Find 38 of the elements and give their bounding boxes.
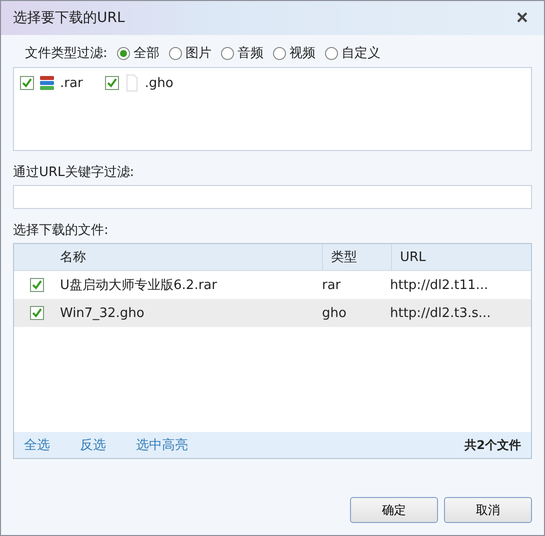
radio-option[interactable]: 全部 [117, 44, 160, 62]
checkbox[interactable] [30, 278, 44, 292]
radio-option[interactable]: 自定义 [325, 44, 380, 62]
select-link[interactable]: 反选 [80, 436, 106, 454]
keyword-field[interactable] [13, 185, 532, 209]
table-cell-text: Win7_32.gho [60, 306, 146, 320]
radio-option[interactable]: 音频 [221, 44, 264, 62]
table-cell-text: gho [322, 306, 348, 320]
checkbox[interactable] [104, 76, 119, 90]
radio-option[interactable]: 视频 [273, 44, 316, 62]
filter-label: 文件类型过滤: [25, 45, 108, 62]
dialog-button[interactable]: 取消 [444, 497, 532, 523]
file-type-label: .rar [60, 76, 83, 90]
radio-icon[interactable] [325, 46, 338, 60]
file-count: 共2个文件 [464, 436, 521, 454]
radio-icon[interactable] [221, 46, 234, 60]
window-title: 选择要下载的URL [13, 9, 125, 27]
books-icon [38, 74, 56, 92]
column-header[interactable]: 类型 [322, 244, 391, 270]
select-link[interactable]: 选中高亮 [136, 436, 188, 454]
checkbox[interactable] [20, 76, 34, 90]
table-cell-text: U盘启动大师专业版6.2.rar [60, 277, 218, 294]
table-cell-text: http://dl2.t11... [390, 278, 490, 292]
checkbox[interactable] [30, 306, 44, 320]
radio-option[interactable]: 图片 [169, 44, 212, 62]
select-link[interactable]: 全选 [24, 436, 50, 454]
column-header[interactable]: URL [391, 244, 531, 270]
table-cell-text: http://dl2.t3.s... [390, 306, 492, 320]
files-label: 选择下载的文件: [13, 222, 110, 239]
close-button[interactable]: × [508, 6, 536, 30]
file-type-label: .gho [144, 76, 174, 90]
table-cell-text: rar [322, 278, 342, 292]
radio-icon[interactable] [273, 46, 286, 60]
radio-icon[interactable] [117, 46, 130, 60]
radio-icon[interactable] [169, 46, 182, 60]
column-header[interactable]: 名称 [60, 248, 322, 266]
dialog-button[interactable]: 确定 [350, 497, 438, 523]
keyword-label: 通过URL关键字过滤: [13, 164, 136, 181]
